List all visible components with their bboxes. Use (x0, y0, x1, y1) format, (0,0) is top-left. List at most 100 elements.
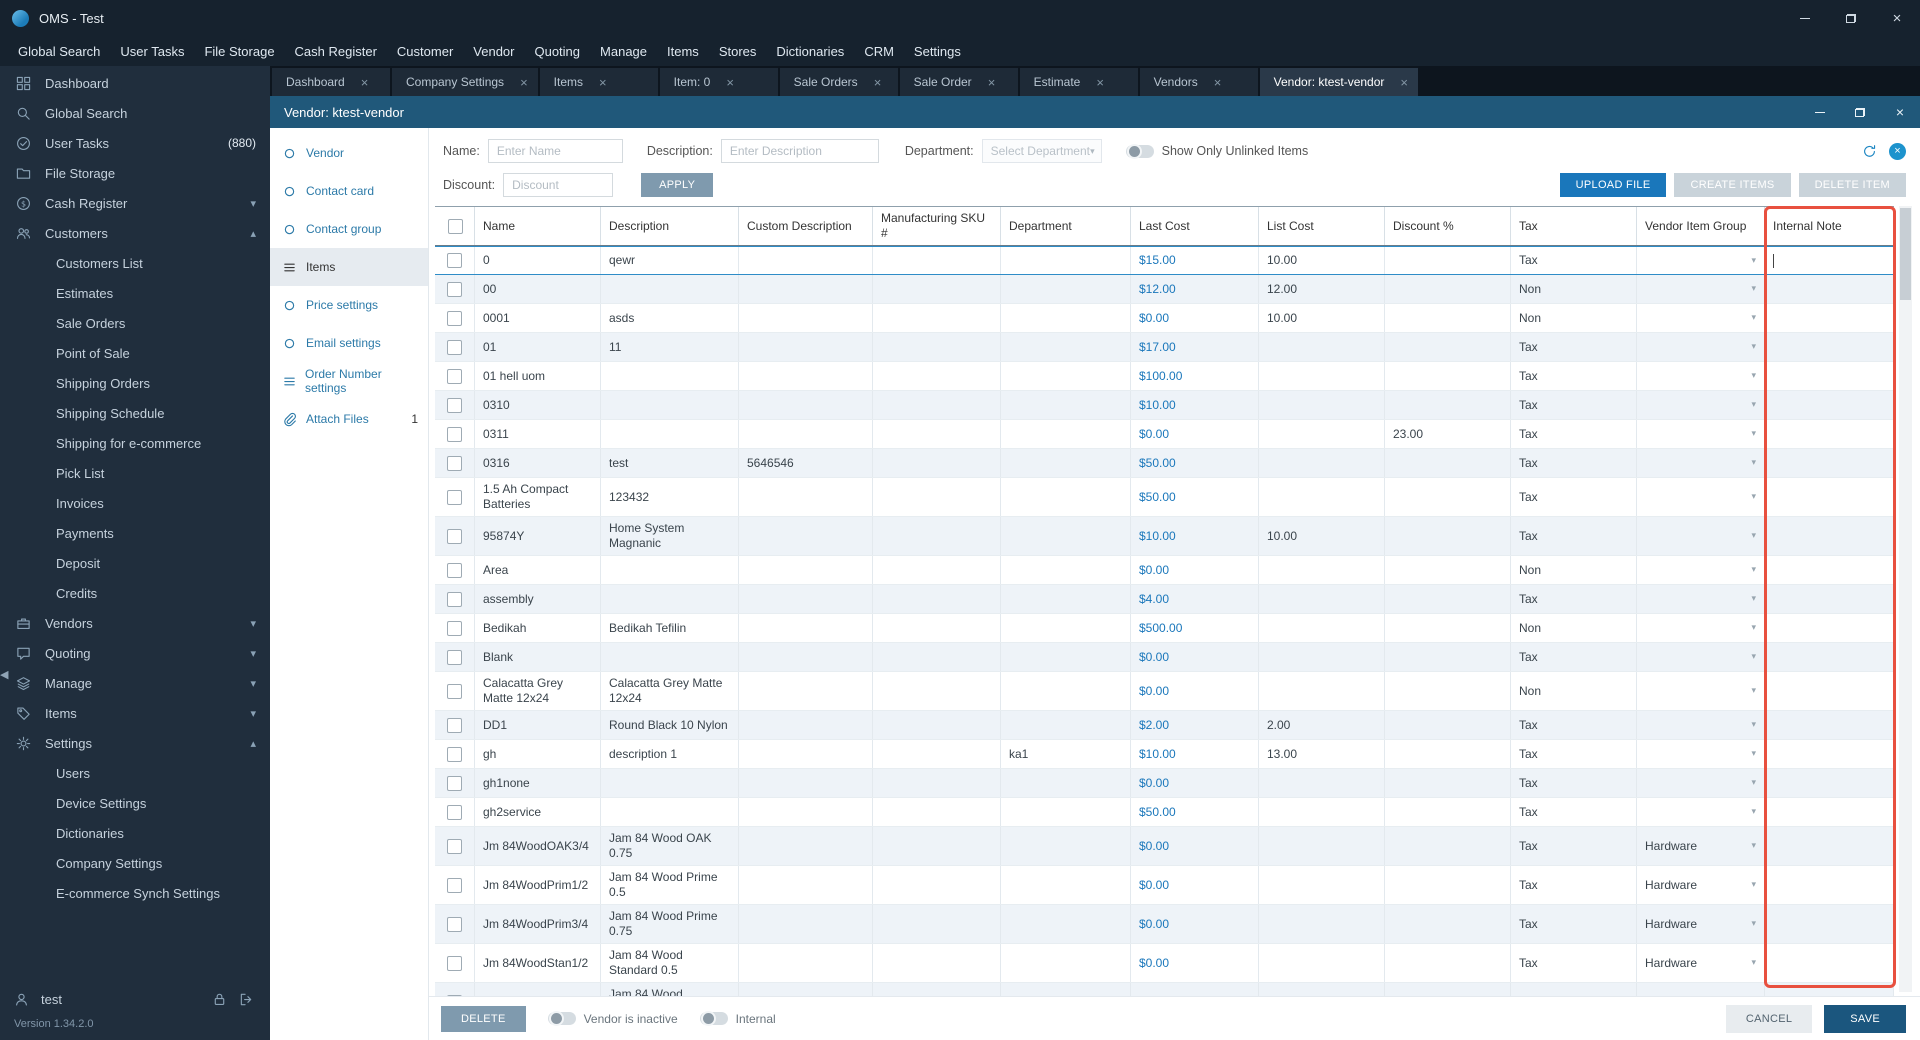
cell-discount[interactable] (1385, 643, 1511, 671)
dropdown-arrow-icon[interactable]: ▾ (1747, 622, 1756, 633)
cell-vendor-item-group[interactable]: ▾ (1637, 517, 1765, 555)
cell-department[interactable] (1001, 711, 1131, 739)
tab-dashboard[interactable]: Dashboard × (272, 68, 390, 96)
cell-internal-note[interactable] (1765, 304, 1894, 332)
cell-list-cost[interactable] (1259, 983, 1385, 996)
cell-vendor-item-group[interactable]: ▾ (1637, 362, 1765, 390)
dropdown-arrow-icon[interactable]: ▾ (1747, 341, 1756, 352)
cell-discount[interactable] (1385, 798, 1511, 826)
vendor-nav-price-settings[interactable]: Price settings (270, 286, 428, 324)
row-checkbox[interactable] (447, 253, 462, 268)
vendor-restore-button[interactable] (1840, 96, 1880, 128)
cell-list-cost[interactable] (1259, 614, 1385, 642)
cell-custom-description[interactable] (739, 944, 873, 982)
cell-list-cost[interactable] (1259, 944, 1385, 982)
cell-department[interactable] (1001, 275, 1131, 303)
cell-list-cost[interactable] (1259, 798, 1385, 826)
cell-manufacturing-sku[interactable] (873, 304, 1001, 332)
cell-department[interactable]: ka1 (1001, 740, 1131, 768)
cell-tax[interactable]: Tax (1511, 798, 1637, 826)
tab-sale-order[interactable]: Sale Order × (899, 68, 1018, 96)
cell-custom-description[interactable] (739, 247, 873, 274)
cell-internal-note[interactable] (1765, 769, 1894, 797)
cell-vendor-item-group[interactable]: Hardware▾ (1637, 866, 1765, 904)
sidebar-item-deposit[interactable]: Deposit (0, 548, 270, 578)
dropdown-arrow-icon[interactable]: ▾ (1747, 399, 1756, 410)
cell-last-cost[interactable]: $0.00 (1131, 672, 1259, 710)
last-cost-link[interactable]: $0.00 (1139, 427, 1169, 442)
table-row[interactable]: Jm 84WoodStan3/4 Jam 84 Wood Standard 0.… (435, 983, 1894, 996)
cell-vendor-item-group[interactable]: ▾ (1637, 556, 1765, 584)
cell-description[interactable] (601, 362, 739, 390)
cell-internal-note[interactable] (1765, 711, 1894, 739)
cell-list-cost[interactable]: 10.00 (1259, 517, 1385, 555)
cell-list-cost[interactable] (1259, 420, 1385, 448)
tab-close-icon[interactable]: × (1096, 76, 1104, 89)
name-filter-input[interactable] (487, 139, 623, 163)
cell-list-cost[interactable]: 12.00 (1259, 275, 1385, 303)
cancel-button[interactable]: CANCEL (1725, 1004, 1813, 1033)
cell-name[interactable]: 01 (475, 333, 601, 361)
cell-manufacturing-sku[interactable] (873, 420, 1001, 448)
menu-stores[interactable]: Stores (709, 44, 767, 59)
apply-button[interactable]: APPLY (641, 173, 714, 197)
last-cost-link[interactable]: $0.00 (1139, 776, 1169, 791)
last-cost-link[interactable]: $0.00 (1139, 839, 1169, 854)
cell-internal-note[interactable] (1765, 275, 1894, 303)
row-checkbox[interactable] (447, 649, 462, 665)
cell-custom-description[interactable] (739, 983, 873, 996)
row-checkbox[interactable] (447, 339, 462, 355)
sidebar-item-sale-orders[interactable]: Sale Orders (0, 308, 270, 338)
cell-manufacturing-sku[interactable] (873, 517, 1001, 555)
menu-customer[interactable]: Customer (387, 44, 463, 59)
table-row[interactable]: 01 11 $17.00 Tax ▾ (435, 333, 1894, 362)
cell-department[interactable] (1001, 333, 1131, 361)
cell-department[interactable] (1001, 391, 1131, 419)
row-checkbox[interactable] (447, 562, 462, 578)
table-row[interactable]: Blank $0.00 Tax ▾ (435, 643, 1894, 672)
cell-description[interactable]: Jam 84 Wood Standard 0.5 (601, 944, 739, 982)
cell-manufacturing-sku[interactable] (873, 449, 1001, 477)
menu-items[interactable]: Items (657, 44, 709, 59)
table-row[interactable]: assembly $4.00 Tax ▾ (435, 585, 1894, 614)
table-row[interactable]: 0 qewr $15.00 10.00 Tax ▾ (435, 246, 1894, 275)
table-row[interactable]: gh2service $50.00 Tax ▾ (435, 798, 1894, 827)
column-header-custom-description[interactable]: Custom Description (739, 207, 873, 245)
cell-internal-note[interactable] (1765, 391, 1894, 419)
dropdown-arrow-icon[interactable]: ▾ (1747, 806, 1756, 817)
last-cost-link[interactable]: $0.00 (1139, 956, 1169, 971)
cell-tax[interactable]: Non (1511, 672, 1637, 710)
cell-vendor-item-group[interactable]: Hardware▾ (1637, 905, 1765, 943)
cell-description[interactable]: Calacatta Grey Matte 12x24 (601, 672, 739, 710)
cell-department[interactable] (1001, 304, 1131, 332)
sidebar-item-shipping-for-e-commerce[interactable]: Shipping for e-commerce (0, 428, 270, 458)
cell-list-cost[interactable] (1259, 866, 1385, 904)
cell-name[interactable]: DD1 (475, 711, 601, 739)
cell-description[interactable] (601, 275, 739, 303)
row-checkbox[interactable] (447, 455, 462, 471)
dropdown-arrow-icon[interactable]: ▾ (1747, 748, 1756, 759)
cell-last-cost[interactable]: $10.00 (1131, 740, 1259, 768)
tab-close-icon[interactable]: × (874, 76, 882, 89)
cell-custom-description[interactable] (739, 614, 873, 642)
cell-vendor-item-group[interactable]: ▾ (1637, 449, 1765, 477)
last-cost-link[interactable]: $12.00 (1139, 282, 1176, 297)
cell-custom-description[interactable] (739, 333, 873, 361)
cell-custom-description[interactable] (739, 362, 873, 390)
cell-description[interactable] (601, 556, 739, 584)
cell-custom-description[interactable] (739, 585, 873, 613)
cell-manufacturing-sku[interactable] (873, 740, 1001, 768)
cell-manufacturing-sku[interactable] (873, 247, 1001, 274)
dropdown-arrow-icon[interactable]: ▾ (1747, 840, 1756, 851)
cell-name[interactable]: 00 (475, 275, 601, 303)
cell-list-cost[interactable]: 10.00 (1259, 304, 1385, 332)
cell-internal-note[interactable] (1765, 420, 1894, 448)
cell-discount[interactable] (1385, 614, 1511, 642)
tab-close-icon[interactable]: × (1214, 76, 1222, 89)
tab-close-icon[interactable]: × (988, 76, 996, 89)
cell-name[interactable]: 1.5 Ah Compact Batteries (475, 478, 601, 516)
menu-settings[interactable]: Settings (904, 44, 971, 59)
last-cost-link[interactable]: $10.00 (1139, 747, 1176, 762)
cell-tax[interactable]: Non (1511, 304, 1637, 332)
cell-vendor-item-group[interactable]: ▾ (1637, 391, 1765, 419)
